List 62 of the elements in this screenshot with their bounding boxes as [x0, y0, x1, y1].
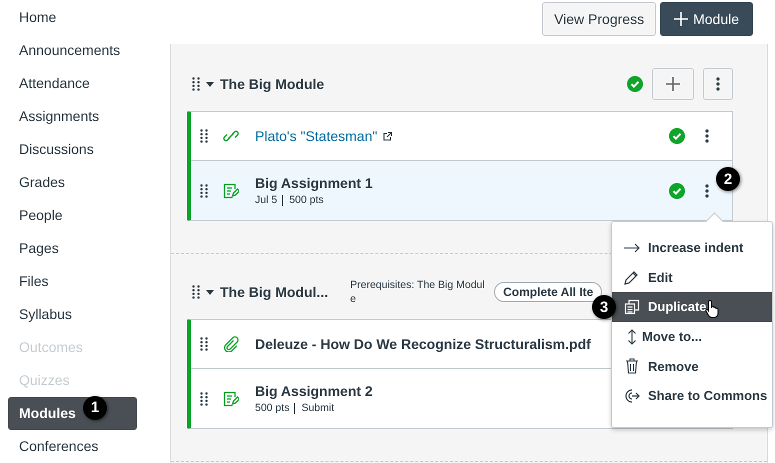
item-detail: 500 pts [255, 402, 290, 414]
drag-handle-icon[interactable] [200, 337, 208, 351]
nav-link[interactable]: Conferences [8, 430, 137, 463]
menu-item[interactable]: Edit [612, 262, 772, 292]
up-down-arrow-icon [626, 328, 636, 345]
module-menu-button[interactable] [703, 68, 733, 100]
arrow-right-icon [624, 242, 640, 253]
link-icon [223, 128, 239, 144]
paperclip-icon [223, 336, 239, 352]
drag-handle-icon[interactable] [192, 285, 200, 299]
nav-link[interactable]: Pages [8, 232, 137, 265]
prerequisites-text: Prerequisites: The Big Module [350, 278, 486, 306]
nav-link[interactable]: Modules 1 [8, 397, 137, 430]
published-check-icon[interactable] [669, 182, 685, 198]
menu-item[interactable]: Move to... [612, 322, 772, 352]
drag-handle-icon[interactable] [200, 129, 208, 143]
duplicate-icon [624, 298, 640, 315]
drag-handle-icon[interactable] [192, 77, 200, 91]
menu-item[interactable]: Increase indent [612, 233, 772, 263]
nav-link[interactable]: Files [8, 265, 137, 298]
nav-link[interactable]: Attendance [8, 67, 137, 100]
module-title: The Big Module [220, 76, 324, 92]
published-check-icon[interactable] [669, 128, 685, 144]
requirement-pill: Complete All Ite [494, 282, 602, 302]
trash-icon [624, 358, 638, 374]
pencil-icon [624, 269, 640, 286]
caret-icon[interactable] [206, 290, 214, 294]
nav-link[interactable]: Grades [8, 166, 137, 199]
nav-link[interactable]: Home [8, 1, 137, 34]
plus-icon [673, 11, 690, 27]
view-progress-button[interactable]: View Progress [542, 2, 656, 36]
drag-handle-icon[interactable] [200, 184, 208, 198]
nav-link[interactable]: Discussions [8, 133, 137, 166]
module-item-row[interactable]: Plato's "Statesman" [191, 112, 732, 160]
step-badge: 2 [716, 167, 740, 191]
module-title: The Big Modul... [220, 284, 328, 300]
item-detail: Jul 5 [255, 194, 278, 206]
drag-handle-icon[interactable] [200, 392, 208, 406]
item-link[interactable]: Plato's "Statesman" [255, 128, 378, 144]
add-item-button[interactable] [652, 68, 694, 100]
step-badge: 1 [83, 396, 107, 420]
share-icon [624, 388, 640, 403]
kebab-icon [705, 129, 709, 143]
hand-cursor-icon [705, 299, 721, 320]
assignment-icon [223, 182, 239, 198]
nav-link[interactable]: People [8, 199, 137, 232]
item-detail: 500 pts [282, 194, 324, 206]
plus-icon [665, 76, 681, 92]
item-detail: Submit [294, 402, 334, 414]
nav-link[interactable]: Announcements [8, 34, 137, 67]
add-module-button[interactable]: Module [660, 2, 753, 36]
item-title[interactable]: Big Assignment 2 [255, 383, 373, 399]
published-check-icon[interactable] [627, 76, 643, 92]
nav-link[interactable]: Assignments [8, 100, 137, 133]
assignment-icon [223, 390, 239, 406]
item-title[interactable]: Big Assignment 1 [255, 175, 373, 191]
nav-link[interactable]: Syllabus [8, 298, 137, 331]
item-title[interactable]: Deleuze - How Do We Recognize Structuralism.pdf [255, 336, 591, 352]
menu-item[interactable]: Duplicate [612, 292, 772, 322]
caret-icon[interactable] [206, 82, 214, 86]
kebab-icon [705, 184, 709, 198]
kebab-icon [716, 77, 720, 91]
